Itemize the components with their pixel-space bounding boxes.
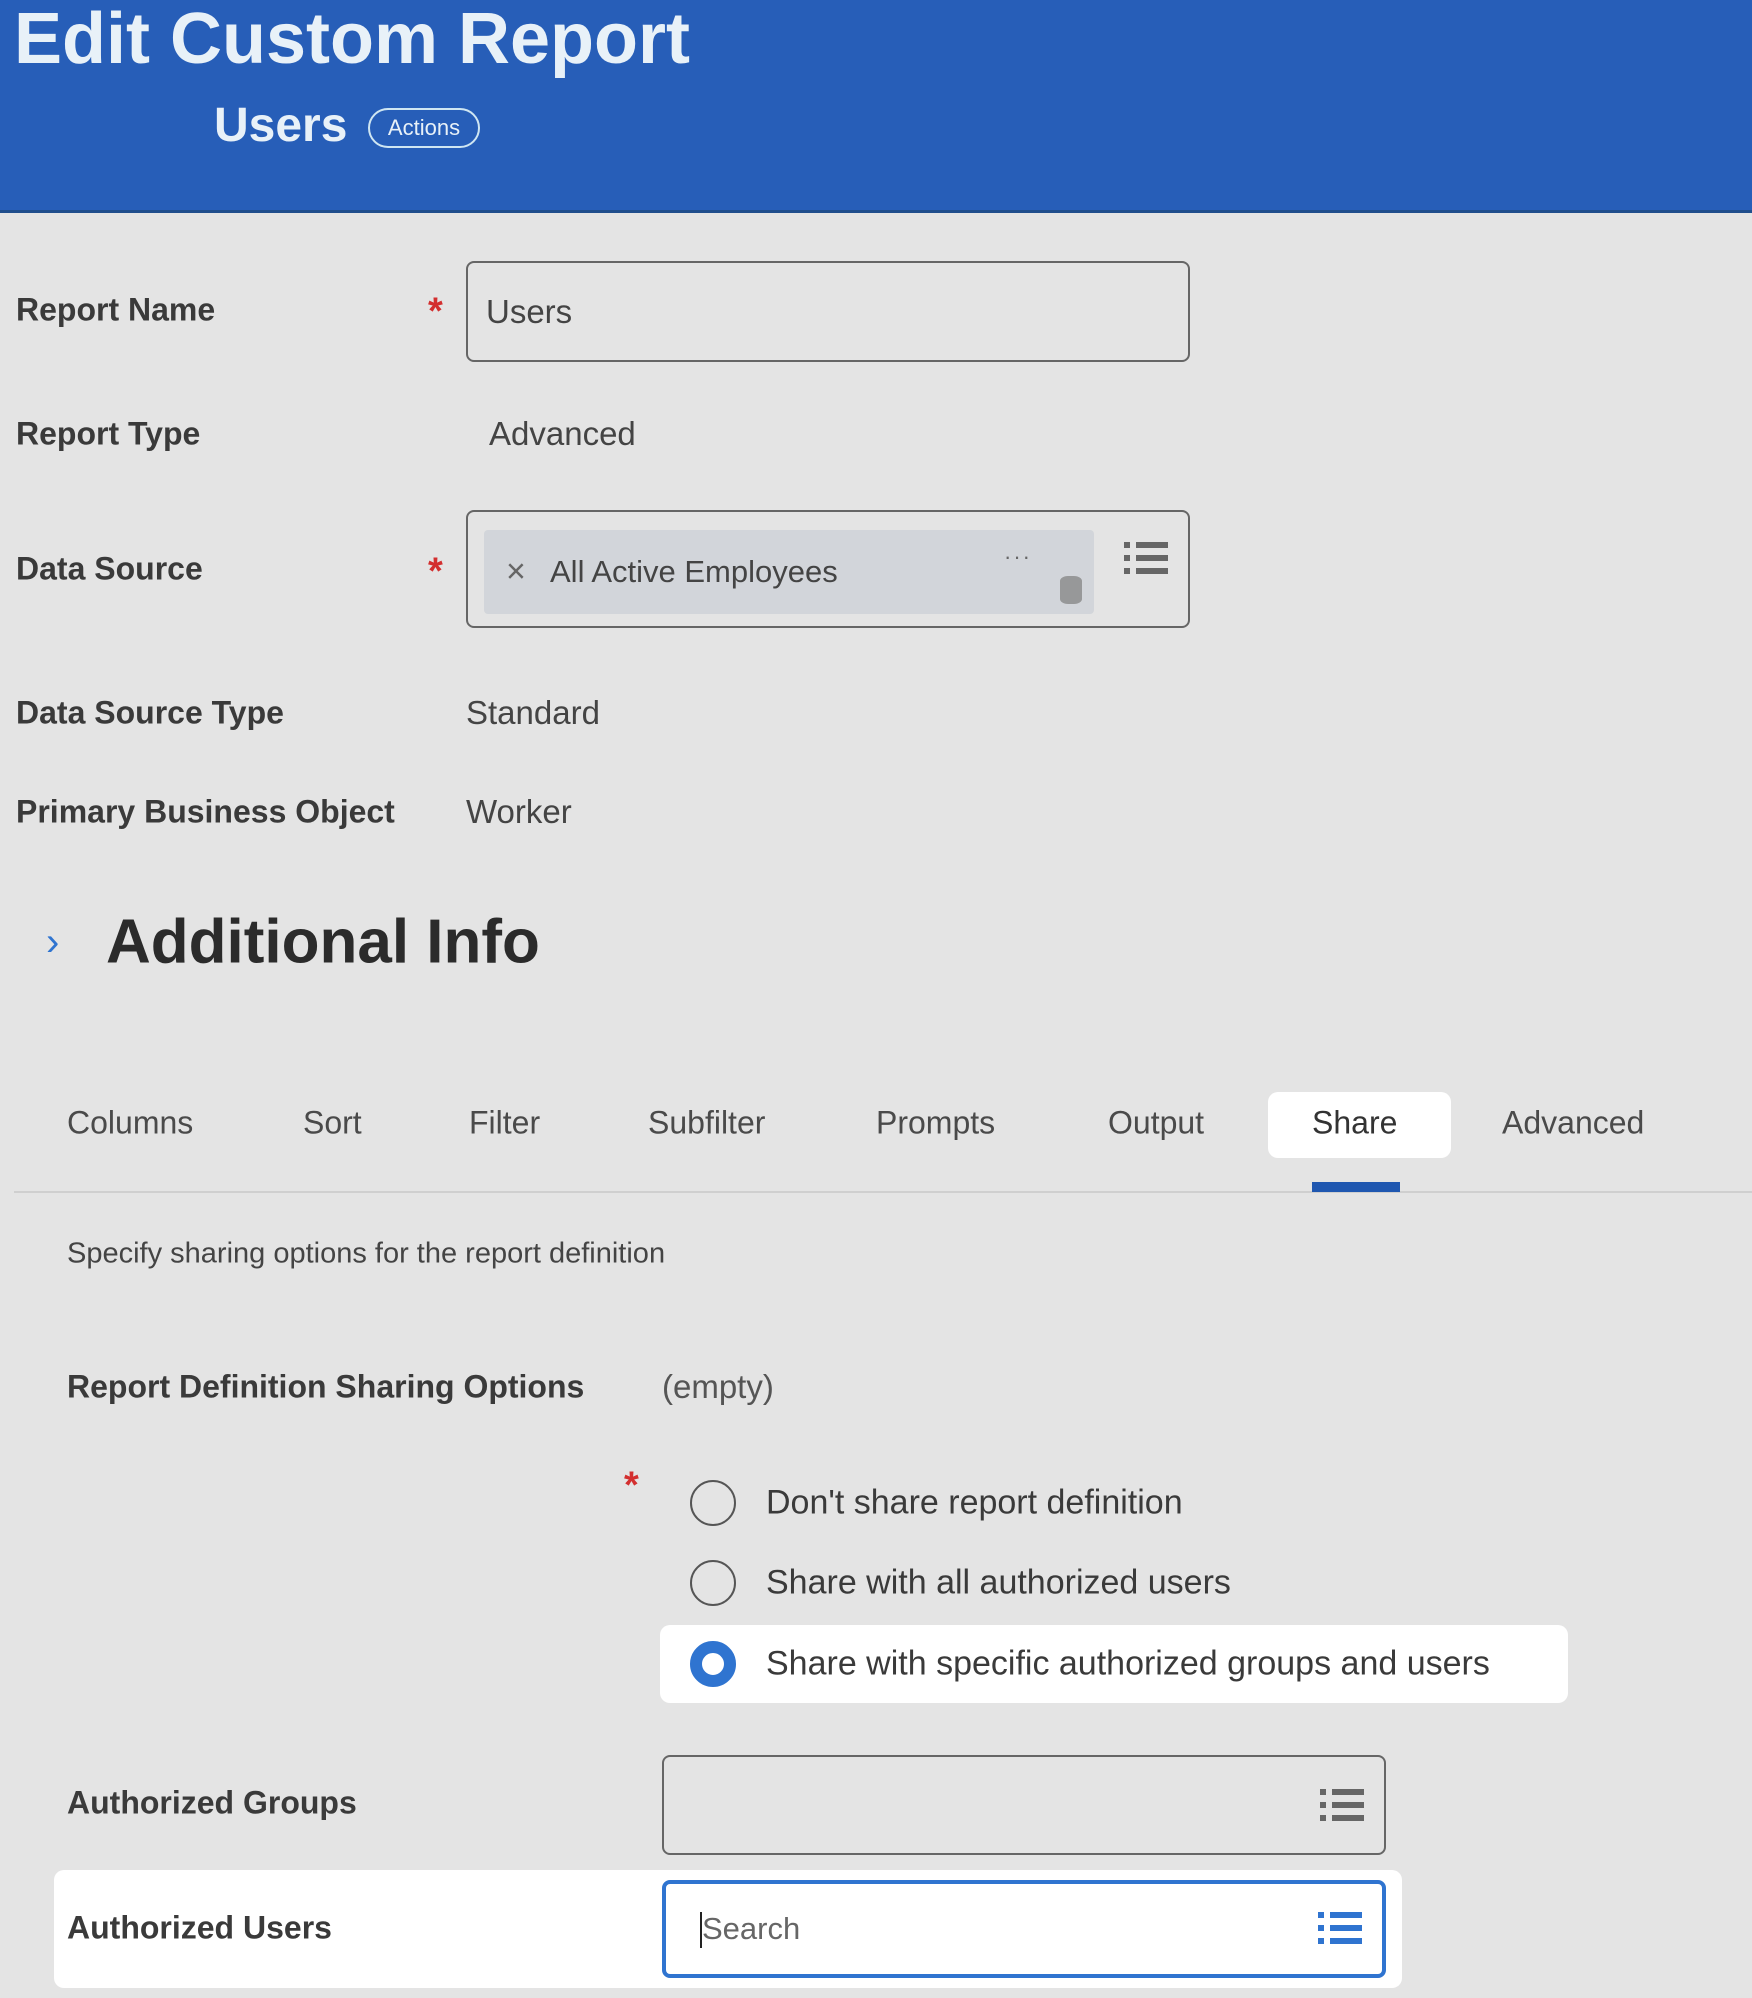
- data-source-type-value: Standard: [466, 694, 600, 731]
- radio-option-share-specific[interactable]: Share with specific authorized groups an…: [660, 1625, 1568, 1703]
- report-type-value: Advanced: [489, 415, 636, 452]
- tab-columns[interactable]: Columns: [67, 1105, 193, 1142]
- authorized-users-search-input[interactable]: Search: [662, 1880, 1386, 1978]
- tab-share[interactable]: Share: [1312, 1105, 1397, 1142]
- share-description: Specify sharing options for the report d…: [67, 1237, 666, 1270]
- data-source-type-label: Data Source Type: [16, 694, 284, 731]
- data-source-input[interactable]: × All Active Employees ···: [466, 510, 1190, 628]
- list-prompt-icon[interactable]: [1318, 1912, 1362, 1948]
- actions-button[interactable]: Actions: [368, 108, 480, 148]
- authorized-users-label: Authorized Users: [67, 1909, 332, 1946]
- page-title: Edit Custom Report: [14, 0, 690, 79]
- radio-button-selected[interactable]: [690, 1641, 736, 1687]
- list-prompt-icon[interactable]: [1320, 1789, 1364, 1825]
- data-source-chip-label: All Active Employees: [550, 554, 838, 589]
- authorized-groups-input[interactable]: [662, 1755, 1386, 1855]
- tab-subfilter[interactable]: Subfilter: [648, 1105, 765, 1142]
- required-indicator: *: [428, 290, 443, 333]
- active-tab-indicator: [1312, 1182, 1400, 1192]
- radio-option-dont-share[interactable]: Don't share report definition: [660, 1464, 1568, 1542]
- tab-sort[interactable]: Sort: [303, 1105, 362, 1142]
- radio-label: Share with specific authorized groups an…: [766, 1644, 1490, 1683]
- data-source-label: Data Source: [16, 550, 203, 587]
- chevron-right-icon[interactable]: ›: [46, 920, 59, 965]
- search-placeholder: Search: [702, 1911, 801, 1946]
- radio-label: Share with all authorized users: [766, 1563, 1231, 1602]
- tab-output[interactable]: Output: [1108, 1105, 1204, 1142]
- list-prompt-icon[interactable]: [1124, 542, 1168, 578]
- radio-button[interactable]: [690, 1560, 736, 1606]
- required-indicator: *: [624, 1464, 639, 1507]
- tab-prompts[interactable]: Prompts: [876, 1105, 995, 1142]
- sharing-options-label: Report Definition Sharing Options: [67, 1368, 585, 1405]
- tab-filter[interactable]: Filter: [469, 1105, 540, 1142]
- tab-advanced[interactable]: Advanced: [1502, 1105, 1644, 1142]
- primary-business-object-label: Primary Business Object: [16, 793, 395, 830]
- radio-option-share-all[interactable]: Share with all authorized users: [660, 1544, 1568, 1622]
- remove-icon[interactable]: ×: [506, 553, 526, 592]
- report-name-value: Users: [486, 292, 573, 330]
- data-source-chip[interactable]: × All Active Employees ···: [484, 530, 1094, 614]
- report-type-label: Report Type: [16, 415, 201, 452]
- additional-info-heading[interactable]: Additional Info: [106, 907, 540, 978]
- page-header: Edit Custom Report Users Actions: [0, 0, 1752, 213]
- report-subtitle: Users: [214, 99, 348, 152]
- radio-label: Don't share report definition: [766, 1483, 1183, 1522]
- report-name-label: Report Name: [16, 291, 216, 328]
- required-indicator: *: [428, 550, 443, 593]
- authorized-groups-label: Authorized Groups: [67, 1784, 357, 1821]
- tab-divider: [14, 1191, 1752, 1193]
- report-name-input[interactable]: Users: [466, 261, 1190, 362]
- database-icon: [1060, 576, 1082, 604]
- primary-business-object-value: Worker: [466, 793, 572, 830]
- more-options-icon[interactable]: ···: [1004, 544, 1032, 570]
- sharing-options-value: (empty): [662, 1368, 774, 1405]
- radio-button[interactable]: [690, 1480, 736, 1526]
